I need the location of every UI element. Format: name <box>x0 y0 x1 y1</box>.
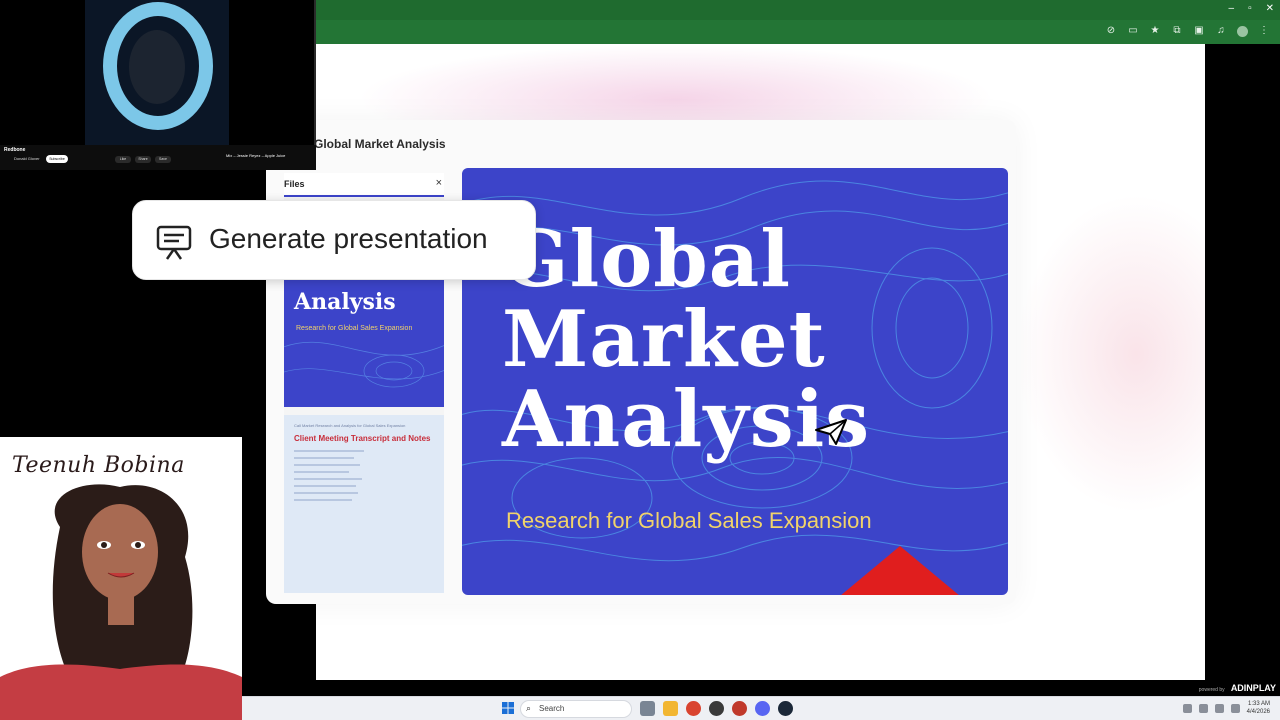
thumb-caption: Call Market Research and Analysis for Gl… <box>294 423 406 428</box>
browser-toolbar: ⊘ ▭ ★ ⧉ ▣ ♫ ⋮ <box>316 20 1280 44</box>
bottom-black-band <box>242 680 1280 696</box>
subscribe-button[interactable]: Subscribe <box>46 155 68 163</box>
task-view-icon[interactable] <box>640 701 655 716</box>
system-tray: 1:33 AM 4/4/2026 <box>1182 700 1270 716</box>
app-icon[interactable] <box>709 701 724 716</box>
share-button[interactable]: Share <box>135 156 151 163</box>
maximize-icon[interactable]: ▫ <box>1248 3 1252 14</box>
minimize-icon[interactable]: – <box>1229 3 1235 14</box>
close-window-icon[interactable]: ✕ <box>1266 3 1274 14</box>
menu-icon[interactable]: ⋮ <box>1258 25 1270 37</box>
app-icon-red[interactable] <box>732 701 747 716</box>
streamer-avatar <box>0 484 242 720</box>
decorative-red-shape <box>840 546 960 595</box>
system-clock[interactable]: 1:33 AM 4/4/2026 <box>1247 700 1270 716</box>
text-line <box>294 485 356 487</box>
thumb-title: Analysis <box>294 289 396 315</box>
bookmark-star-icon[interactable]: ★ <box>1149 25 1161 37</box>
search-label: Search <box>539 704 565 713</box>
background-glow-right <box>1016 194 1205 514</box>
generate-presentation-label: Generate presentation <box>209 223 488 254</box>
windows-start-icon[interactable] <box>502 702 514 714</box>
files-label: Files <box>284 179 305 189</box>
text-line <box>294 492 358 494</box>
text-line <box>294 450 364 452</box>
video-info-bar: Redbone Donald Glover Subscribe Like Sha… <box>0 145 316 170</box>
generate-presentation-button[interactable]: Generate presentation <box>132 200 536 280</box>
right-black-bar <box>1205 44 1280 680</box>
send-icon <box>815 419 847 445</box>
thumb-subtitle: Research for Global Sales Expansion <box>296 325 413 332</box>
adinplay-logo: ADINPLAY <box>1230 683 1276 693</box>
text-line <box>294 478 362 480</box>
artist-name[interactable]: Donald Glover <box>14 156 40 161</box>
steam-icon[interactable] <box>778 701 793 716</box>
music-video-overlay[interactable]: Redbone Donald Glover Subscribe Like Sha… <box>0 0 316 170</box>
profile-avatar[interactable] <box>1237 25 1248 37</box>
clock-date: 4/4/2026 <box>1246 709 1270 715</box>
files-header: Files × <box>284 173 444 197</box>
network-icon[interactable] <box>1214 703 1224 713</box>
presentation-icon <box>156 225 192 260</box>
discord-icon[interactable] <box>755 701 770 716</box>
camera-off-icon[interactable]: ⊘ <box>1105 25 1117 37</box>
slide-preview[interactable]: Global Market Analysis Research for Glob… <box>462 168 1008 595</box>
browser-titlebar: – ▫ ✕ <box>316 0 1280 20</box>
screen: – ▫ ✕ ⊘ ▭ ★ ⧉ ▣ ♫ ⋮ Global Market Analys… <box>0 0 1280 720</box>
text-line <box>294 471 349 473</box>
song-title: Redbone <box>4 147 26 153</box>
text-line <box>294 464 360 466</box>
streamer-avatar-panel: Teenuh Bobina <box>0 437 242 720</box>
video-actions: Like Share Save <box>115 156 171 163</box>
video-artwork <box>85 0 229 145</box>
artwork-face <box>129 30 185 104</box>
media-icon[interactable]: ♫ <box>1215 25 1227 37</box>
clock-time: 1:33 AM <box>1247 701 1270 707</box>
taskbar-apps <box>640 701 793 716</box>
sidepanel-icon[interactable]: ▣ <box>1193 25 1205 37</box>
close-icon[interactable]: × <box>436 177 442 189</box>
volume-icon[interactable] <box>1230 703 1240 713</box>
file-explorer-icon[interactable] <box>663 701 678 716</box>
thumb-heading: Client Meeting Transcript and Notes <box>294 434 431 443</box>
up-next-title[interactable]: Mix – Jessie Reyez – Apple Juice <box>226 153 285 158</box>
chrome-icon[interactable] <box>686 701 701 716</box>
document-title: Global Market Analysis <box>314 137 446 151</box>
slide-subtitle: Research for Global Sales Expansion <box>506 508 872 533</box>
taskbar: ⌕ Search 1:33 AM 4/4/2026 <box>242 696 1280 720</box>
left-black-band <box>0 170 74 437</box>
powered-by-label: powered by <box>1198 687 1225 693</box>
window-controls: – ▫ ✕ <box>1229 3 1275 14</box>
file-thumbnail-notes[interactable]: Call Market Research and Analysis for Gl… <box>284 415 444 593</box>
tray-chevron-icon[interactable] <box>1182 703 1192 713</box>
toolbar-icons: ⊘ ▭ ★ ⧉ ▣ ♫ ⋮ <box>1105 25 1270 37</box>
taskbar-search[interactable]: ⌕ Search <box>520 700 632 718</box>
text-line <box>294 499 352 501</box>
microphone-icon[interactable] <box>1198 703 1208 713</box>
save-button[interactable]: Save <box>155 156 171 163</box>
slide-title-line: Market <box>502 294 826 385</box>
adinplay-badge: powered by ADINPLAY <box>1199 683 1276 693</box>
text-line <box>294 457 354 459</box>
slide-title-line: Global <box>502 214 791 305</box>
extensions-icon[interactable]: ⧉ <box>1171 25 1183 37</box>
cast-icon[interactable]: ▭ <box>1127 25 1139 37</box>
like-button[interactable]: Like <box>115 156 131 163</box>
search-icon: ⌕ <box>526 703 532 713</box>
